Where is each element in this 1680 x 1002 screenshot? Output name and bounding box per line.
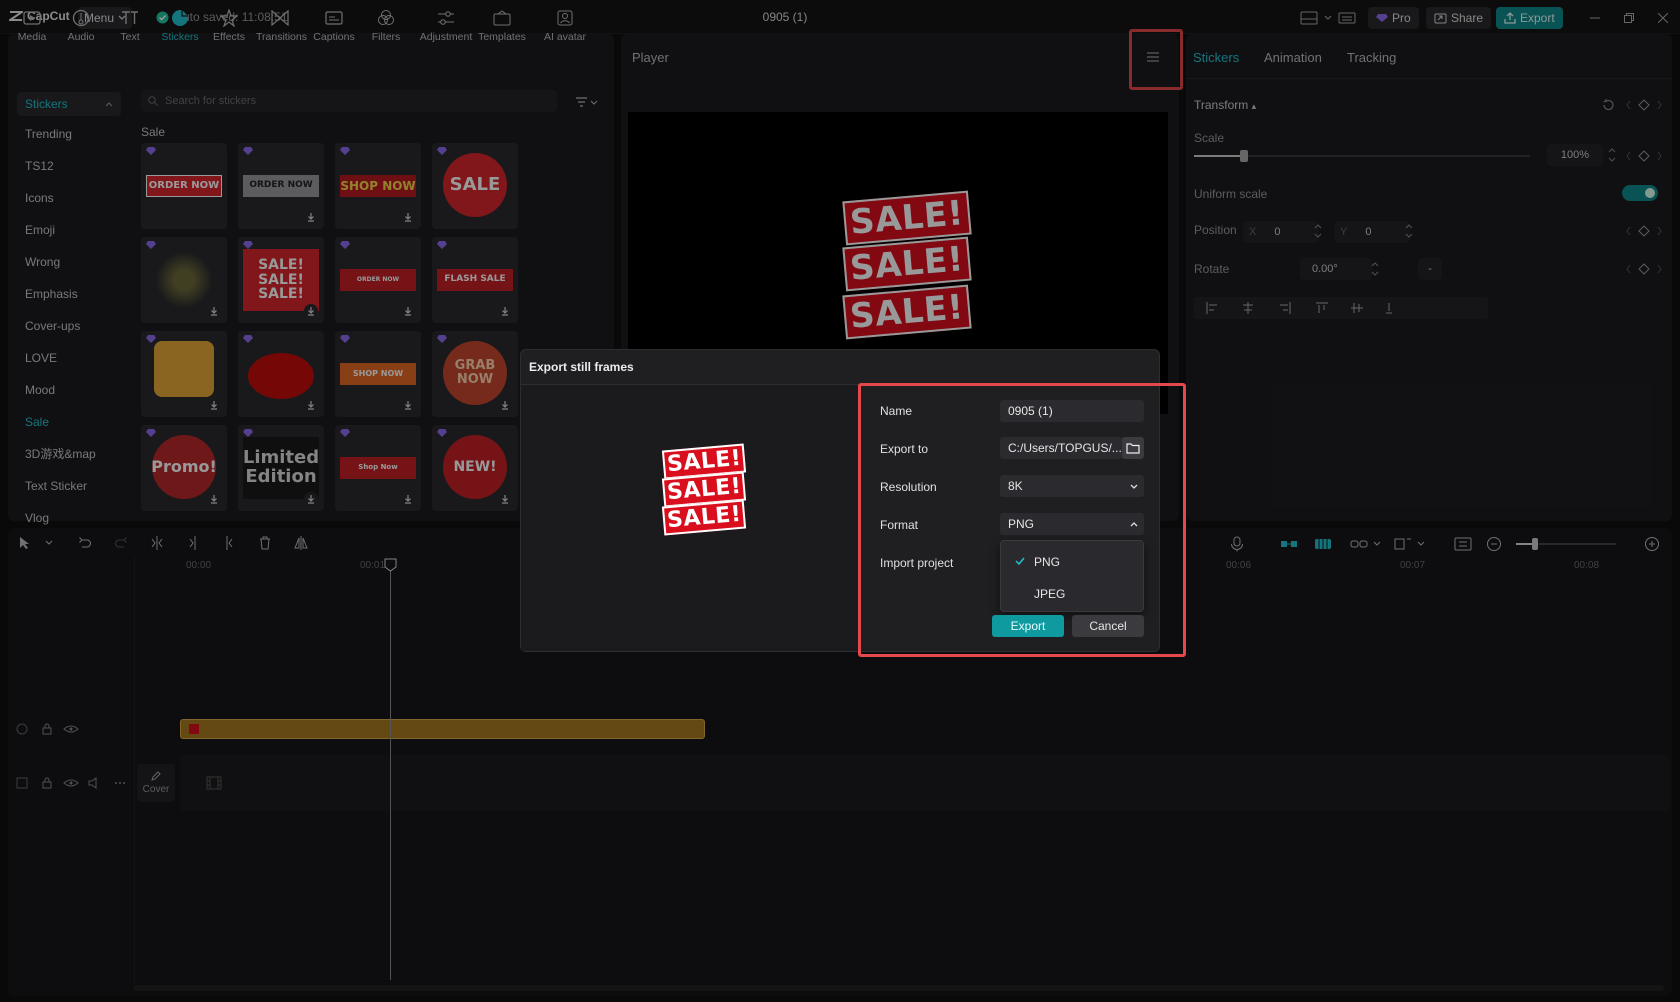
dialog-title: Export still frames (529, 360, 634, 374)
frame-preview: SALE! SALE! SALE! (521, 385, 859, 651)
highlight-settings-box (858, 383, 1186, 657)
preview-sale-3: SALE! (661, 499, 747, 536)
